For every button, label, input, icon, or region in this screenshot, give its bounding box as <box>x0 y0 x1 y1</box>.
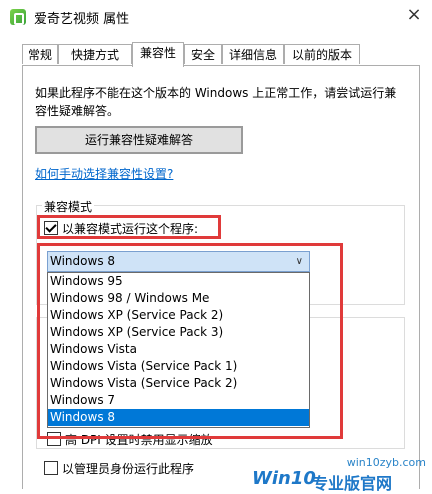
tab-previous-versions[interactable]: 以前的版本 <box>284 44 360 64</box>
os-version-dropdown: Windows 95 Windows 98 / Windows Me Windo… <box>47 272 310 428</box>
watermark-brand-cn: 专业版官网 <box>312 474 393 493</box>
dropdown-option[interactable]: Windows Vista (Service Pack 1) <box>48 358 309 375</box>
watermark-brand: Win10 <box>252 468 316 489</box>
dropdown-option[interactable]: Windows Vista <box>48 341 309 358</box>
dpi-scaling-checkbox[interactable] <box>47 432 61 446</box>
tab-details[interactable]: 详细信息 <box>222 44 284 64</box>
run-as-admin-label: 以管理员身份运行此程序 <box>62 462 195 476</box>
tab-security[interactable]: 安全 <box>184 44 222 64</box>
tab-shortcut[interactable]: 快捷方式 <box>58 44 132 64</box>
os-version-selected: Windows 8 <box>50 254 116 268</box>
manual-settings-link[interactable]: 如何手动选择兼容性设置? <box>35 165 173 182</box>
run-troubleshooter-button[interactable]: 运行兼容性疑难解答 <box>35 126 243 154</box>
tab-general[interactable]: 常规 <box>22 44 58 64</box>
os-version-select[interactable]: Windows 8 ∨ <box>47 251 310 272</box>
dropdown-option-selected[interactable]: Windows 8 <box>48 409 309 426</box>
title-bar: 爱奇艺视频 属性 × <box>0 0 432 33</box>
window-title: 爱奇艺视频 属性 <box>34 12 130 27</box>
run-as-admin-checkbox[interactable] <box>44 461 58 475</box>
iqiyi-app-icon <box>10 9 26 25</box>
dropdown-option[interactable]: Windows 98 / Windows Me <box>48 290 309 307</box>
dropdown-option[interactable]: Windows XP (Service Pack 2) <box>48 307 309 324</box>
dropdown-option[interactable]: Windows 95 <box>48 273 309 290</box>
dropdown-option[interactable]: Windows XP (Service Pack 3) <box>48 324 309 341</box>
compat-mode-label: 兼容模式 <box>42 198 95 215</box>
site-watermark: win10zyb.com Win10 专业版官网 <box>250 456 430 493</box>
dropdown-option[interactable]: Windows Vista (Service Pack 2) <box>48 375 309 392</box>
dropdown-option[interactable]: Windows 7 <box>48 392 309 409</box>
run-as-admin-row[interactable]: 以管理员身份运行此程序 <box>44 461 194 477</box>
tab-compatibility[interactable]: 兼容性 <box>132 42 184 67</box>
dpi-scaling-row[interactable]: 高 DPI 设置时禁用显示缩放 <box>47 432 213 448</box>
close-button[interactable]: × <box>402 4 426 28</box>
annotation-highlight-checkbox <box>37 215 221 239</box>
intro-text: 如果此程序不能在这个版本的 Windows 上正常工作，请尝试运行兼容性疑难解答… <box>35 86 397 118</box>
chevron-down-icon: ∨ <box>295 256 303 267</box>
dpi-scaling-label: 高 DPI 设置时禁用显示缩放 <box>65 433 213 447</box>
watermark-site: win10zyb.com <box>346 456 426 469</box>
